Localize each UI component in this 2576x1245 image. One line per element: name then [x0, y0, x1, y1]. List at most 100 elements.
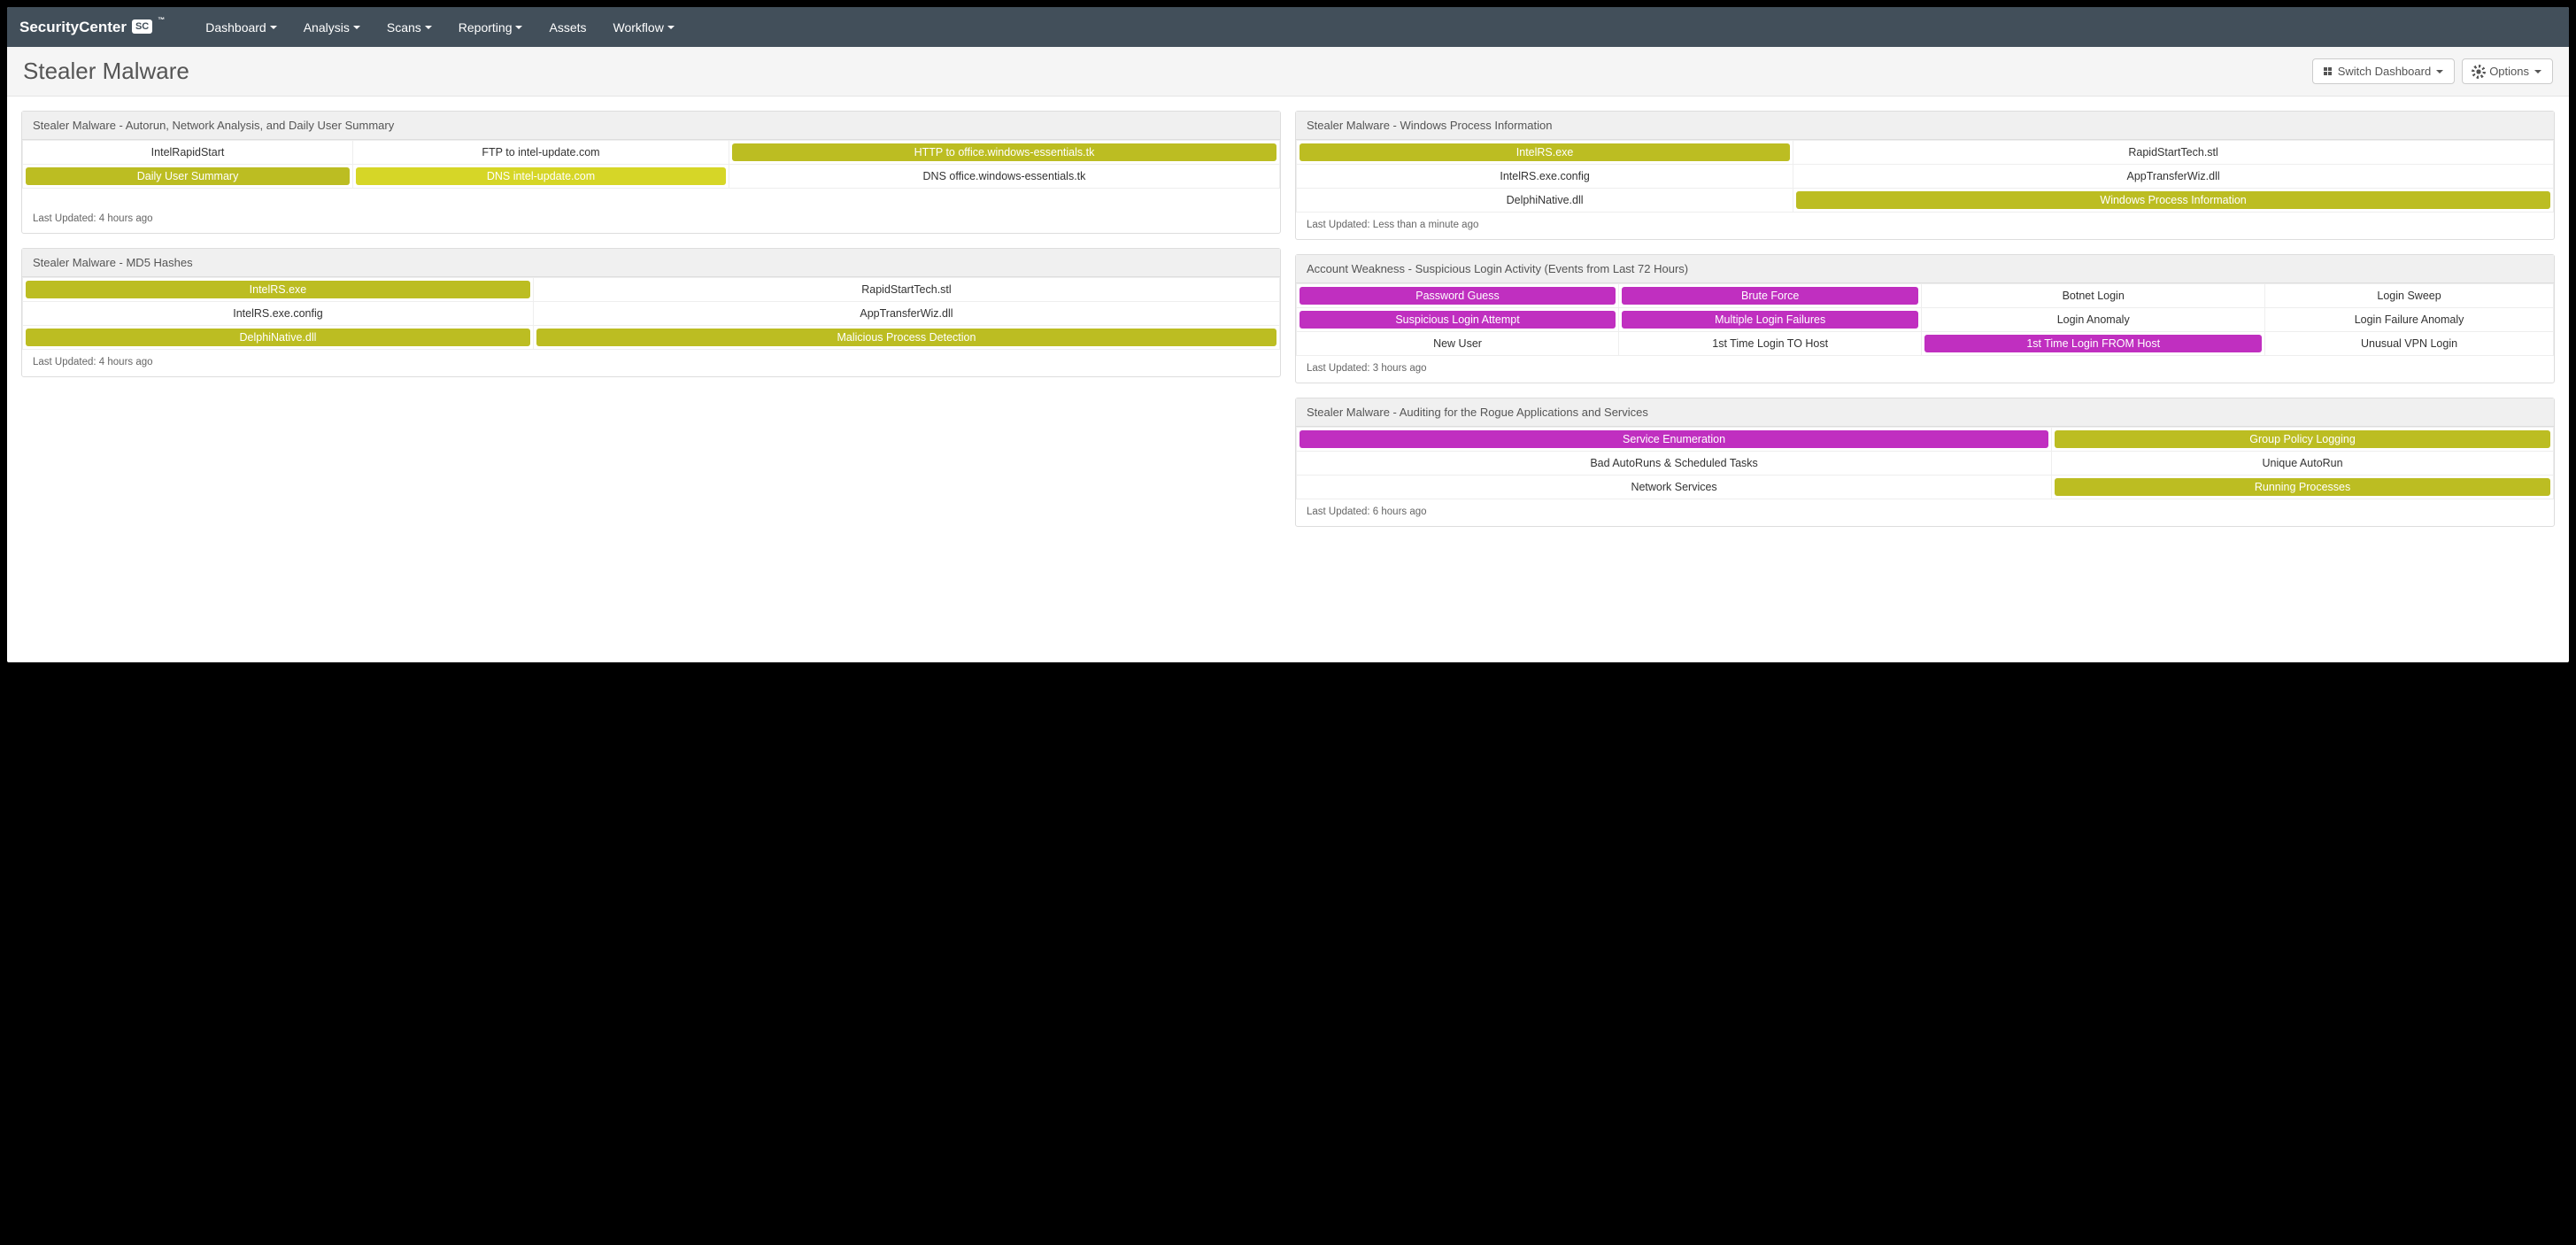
indicator-pill[interactable]: Running Processes [2055, 478, 2550, 496]
table-row: IntelRS.exe RapidStartTech.stl [1297, 141, 2554, 165]
indicator-pill[interactable]: HTTP to office.windows-essentials.tk [732, 143, 1276, 161]
indicator-pill[interactable]: FTP to intel-update.com [356, 143, 726, 161]
options-label: Options [2489, 65, 2529, 78]
table-cell: Service Enumeration [1297, 428, 2052, 452]
indicator-pill[interactable]: RapidStartTech.stl [536, 281, 1276, 298]
table-cell: Bad AutoRuns & Scheduled Tasks [1297, 452, 2052, 476]
panel-header: Stealer Malware - Auditing for the Rogue… [1296, 398, 2554, 427]
app-frame: SecurityCenter SC ™ Dashboard Analysis Sca… [7, 7, 2569, 662]
indicator-pill[interactable]: IntelRS.exe.config [26, 305, 530, 322]
nav-item-workflow[interactable]: Workflow [608, 10, 680, 45]
logo-tm: ™ [158, 16, 165, 24]
left-column: Stealer Malware - Autorun, Network Analy… [21, 111, 1281, 527]
panel-header: Stealer Malware - MD5 Hashes [22, 249, 1280, 277]
table-cell: 1st Time Login FROM Host [1922, 332, 2265, 356]
table-cell: Suspicious Login Attempt [1297, 308, 1619, 332]
indicator-pill[interactable]: Multiple Login Failures [1622, 311, 1918, 329]
nav-item-label: Scans [387, 20, 421, 35]
indicator-pill[interactable]: Suspicious Login Attempt [1300, 311, 1616, 329]
table-cell: Login Sweep [2265, 284, 2554, 308]
table-row: DelphiNative.dll Malicious Process Detect… [23, 325, 1280, 349]
table-row: IntelRapidStart FTP to intel-update.com HT… [23, 141, 1280, 165]
table-cell: FTP to intel-update.com [353, 141, 729, 165]
table-cell: Windows Process Information [1793, 189, 2554, 213]
chevron-down-icon [515, 26, 522, 29]
table-cell: Login Failure Anomaly [2265, 308, 2554, 332]
indicator-pill[interactable]: Service Enumeration [1300, 430, 2048, 448]
table-cell: IntelRS.exe.config [1297, 165, 1793, 189]
nav-items: Dashboard Analysis Scans Reporting Assets Wor… [200, 10, 680, 45]
nav-item-assets[interactable]: Assets [544, 10, 591, 45]
indicator-pill[interactable]: Daily User Summary [26, 167, 350, 185]
table-cell: Unusual VPN Login [2265, 332, 2554, 356]
nav-item-dashboard[interactable]: Dashboard [200, 10, 282, 45]
indicator-pill[interactable]: IntelRapidStart [26, 143, 350, 161]
indicator-pill[interactable]: IntelRS.exe.config [1300, 167, 1790, 185]
logo[interactable]: SecurityCenter SC ™ [19, 19, 165, 36]
pill-table: Password Guess Brute Force Botnet Login Log… [1296, 283, 2554, 356]
panel-footer: Last Updated: 4 hours ago [22, 206, 1280, 233]
indicator-pill[interactable]: Login Anomaly [1924, 311, 2262, 329]
nav-item-label: Assets [549, 20, 586, 35]
panel-header: Account Weakness - Suspicious Login Acti… [1296, 255, 2554, 283]
indicator-pill[interactable]: Malicious Process Detection [536, 329, 1276, 346]
right-column: Stealer Malware - Windows Process Inform… [1295, 111, 2555, 527]
panel-rogue: Stealer Malware - Auditing for the Rogue… [1295, 398, 2555, 527]
pill-table: IntelRapidStart FTP to intel-update.com HT… [22, 140, 1280, 206]
indicator-pill[interactable]: AppTransferWiz.dll [1796, 167, 2550, 185]
indicator-pill[interactable]: Group Policy Logging [2055, 430, 2550, 448]
pill-table: IntelRS.exe RapidStartTech.stl IntelRS.exe… [22, 277, 1280, 350]
table-cell: RapidStartTech.stl [1793, 141, 2554, 165]
table-cell: RapidStartTech.stl [533, 277, 1279, 301]
indicator-pill[interactable]: AppTransferWiz.dll [536, 305, 1276, 322]
indicator-pill[interactable]: Network Services [1300, 478, 2048, 496]
indicator-pill[interactable]: DNS intel-update.com [356, 167, 726, 185]
chevron-down-icon [425, 26, 432, 29]
table-cell: Unique AutoRun [2052, 452, 2554, 476]
table-cell: Malicious Process Detection [533, 325, 1279, 349]
indicator-pill[interactable]: IntelRS.exe [26, 281, 530, 298]
dashboard-content: Stealer Malware - Autorun, Network Analy… [7, 97, 2569, 541]
indicator-pill[interactable]: DNS office.windows-essentials.tk [732, 167, 1276, 185]
indicator-pill[interactable]: Brute Force [1622, 287, 1918, 305]
panel-footer: Last Updated: 4 hours ago [22, 350, 1280, 376]
indicator-pill[interactable]: Login Failure Anomaly [2268, 311, 2550, 329]
pill-table: IntelRS.exeRapidStartTech.stlIntelRS.exe… [1296, 140, 2554, 213]
indicator-pill[interactable]: RapidStartTech.stl [1796, 143, 2550, 161]
indicator-pill[interactable]: Login Sweep [2268, 287, 2550, 305]
logo-text: SecurityCenter [19, 19, 127, 36]
indicator-pill[interactable]: 1st Time Login FROM Host [1924, 335, 2262, 352]
table-cell: DelphiNative.dll [23, 325, 534, 349]
indicator-pill[interactable]: Password Guess [1300, 287, 1616, 305]
indicator-pill[interactable]: IntelRS.exe [1300, 143, 1790, 161]
table-cell: AppTransferWiz.dll [533, 301, 1279, 325]
indicator-pill[interactable]: New User [1300, 335, 1616, 352]
indicator-pill[interactable]: Bad AutoRuns & Scheduled Tasks [1300, 454, 2048, 472]
chevron-down-icon [667, 26, 675, 29]
chevron-down-icon [270, 26, 277, 29]
indicator-pill[interactable]: DelphiNative.dll [26, 329, 530, 346]
table-row: IntelRS.exe.config AppTransferWiz.dll [1297, 165, 2554, 189]
table-cell: Password Guess [1297, 284, 1619, 308]
indicator-pill[interactable]: Botnet Login [1924, 287, 2262, 305]
chevron-down-icon [2436, 70, 2443, 73]
indicator-pill[interactable]: Unique AutoRun [2055, 454, 2550, 472]
table-cell: IntelRS.exe [1297, 141, 1793, 165]
chevron-down-icon [2534, 70, 2541, 73]
table-row: Network Services Running Processes [1297, 476, 2554, 499]
indicator-pill[interactable]: 1st Time Login TO Host [1622, 335, 1918, 352]
indicator-pill[interactable]: Windows Process Information [1796, 191, 2550, 209]
logo-badge: SC [132, 19, 152, 34]
switch-dashboard-button[interactable]: Switch Dashboard [2312, 58, 2456, 84]
indicator-pill[interactable]: Unusual VPN Login [2268, 335, 2550, 352]
nav-item-analysis[interactable]: Analysis [298, 10, 366, 45]
table-cell: Botnet Login [1922, 284, 2265, 308]
nav-item-reporting[interactable]: Reporting [453, 10, 528, 45]
nav-item-scans[interactable]: Scans [382, 10, 437, 45]
table-cell: New User [1297, 332, 1619, 356]
options-button[interactable]: Options [2462, 58, 2553, 84]
table-cell: IntelRS.exe [23, 277, 534, 301]
table-cell: Running Processes [2052, 476, 2554, 499]
indicator-pill[interactable]: DelphiNative.dll [1300, 191, 1790, 209]
table-row: DelphiNative.dll Windows Process Informat… [1297, 189, 2554, 213]
